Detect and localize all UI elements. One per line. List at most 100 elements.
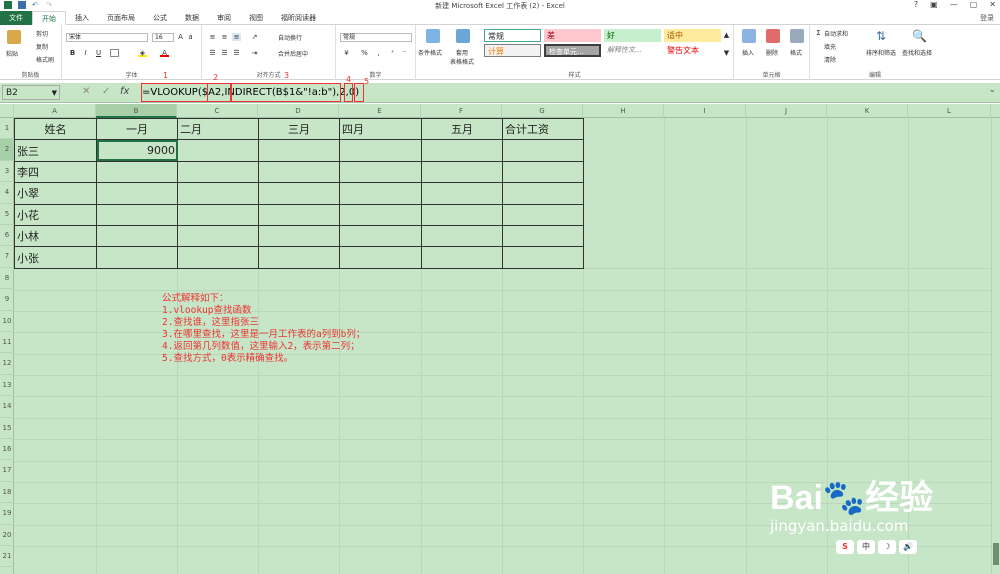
copy-button[interactable]: 复制 [36,42,48,51]
table-cell[interactable]: 张三 [14,139,97,162]
row-header[interactable]: 19 [0,503,14,525]
column-header[interactable]: D [258,104,339,118]
sign-in-link[interactable]: 登录 [980,13,994,23]
table-cell[interactable] [258,246,340,269]
table-cell[interactable] [96,182,178,205]
row-header[interactable]: 14 [0,396,14,418]
font-size-select[interactable]: 16 [152,33,174,42]
select-all-corner[interactable] [0,104,14,118]
sort-filter-icon[interactable]: ⇅ [876,29,890,43]
align-right-icon[interactable]: ☰ [232,49,241,57]
align-center-icon[interactable]: ☰ [220,49,229,57]
row-header[interactable]: 2 [0,139,14,161]
paste-button[interactable]: 粘贴 [6,49,18,58]
table-cell[interactable] [96,224,178,248]
table-cell[interactable] [258,182,340,205]
insert-cells-icon[interactable] [742,29,756,43]
tab-home[interactable]: 开始 [32,11,66,25]
table-cell[interactable] [421,203,503,226]
cancel-icon[interactable]: ✕ [82,86,90,97]
bold-button[interactable]: B [68,49,77,57]
grow-font-icon[interactable]: A [176,33,185,41]
tab-insert[interactable]: 插入 [66,11,98,25]
column-header[interactable]: E [339,104,421,118]
autosum-button[interactable]: 自动求和 [824,29,848,38]
number-format-select[interactable]: 常规 [340,33,412,42]
table-cell[interactable] [502,203,584,226]
ime-lang-icon[interactable]: 中 [857,540,875,554]
table-cell[interactable] [502,246,584,269]
align-top-icon[interactable]: ≡ [208,33,217,41]
style-explanatory[interactable]: 解释性文... [604,44,661,57]
cell-header[interactable]: 五月 [421,117,503,141]
styles-more-icon[interactable]: ▼ [722,49,731,57]
table-cell[interactable] [96,203,178,226]
table-cell[interactable] [177,224,259,248]
style-normal[interactable]: 常规 [484,29,541,42]
style-bad[interactable]: 差 [544,29,601,42]
fill-color-icon[interactable]: ◈ [138,49,147,57]
name-box[interactable]: B2 ▼ [2,85,60,100]
table-cell[interactable] [96,246,178,269]
row-header[interactable]: 1 [0,118,14,140]
cell-header[interactable]: 姓名 [14,117,97,141]
delete-cells-button[interactable]: 删除 [766,48,778,57]
column-header[interactable]: G [502,104,583,118]
format-cells-icon[interactable] [790,29,804,43]
table-cell[interactable] [502,160,584,184]
align-bottom-icon[interactable]: ≡ [232,33,241,41]
find-select-button[interactable]: 查找和选择 [902,48,932,57]
cell-header[interactable]: 四月 [339,117,422,141]
table-cell[interactable]: 小林 [14,224,97,248]
expand-formula-icon[interactable]: ⌄ [988,85,996,95]
table-cell[interactable]: 小花 [14,203,97,226]
row-header[interactable]: 10 [0,311,14,332]
increase-decimal-icon[interactable]: ⁺ [388,49,397,57]
ime-logo-icon[interactable]: S [836,540,854,554]
tab-view[interactable]: 视图 [240,11,272,25]
minimize-button[interactable]: — [950,0,958,9]
table-cell[interactable] [96,160,178,184]
table-cell[interactable] [258,203,340,226]
row-header[interactable]: 20 [0,525,14,546]
format-painter-button[interactable]: 格式刷 [36,55,54,64]
table-cell[interactable] [258,224,340,248]
percent-button[interactable]: % [360,49,369,57]
style-warning[interactable]: 警告文本 [664,44,721,57]
cell-header[interactable]: 一月 [96,117,178,141]
table-cell[interactable] [177,160,259,184]
table-cell[interactable] [421,139,503,162]
ribbon-options-button[interactable]: ▣ [930,0,938,9]
shrink-font-icon[interactable]: a [186,33,195,41]
font-name-select[interactable]: 宋体 [66,33,148,42]
tab-data[interactable]: 数据 [176,11,208,25]
italic-button[interactable]: I [81,49,90,57]
insert-cells-button[interactable]: 插入 [742,48,754,57]
underline-button[interactable]: U [94,49,103,57]
column-header[interactable]: B [96,104,177,118]
column-header[interactable]: L [908,104,991,118]
row-header[interactable]: 11 [0,332,14,354]
table-cell[interactable] [258,160,340,184]
table-cell[interactable] [177,246,259,269]
sort-filter-button[interactable]: 排序和筛选 [866,48,896,57]
table-cell[interactable] [339,246,422,269]
conditional-format-button[interactable]: 条件格式 [418,48,442,57]
currency-icon[interactable]: ¥ [342,49,351,57]
row-header[interactable]: 7 [0,246,14,268]
ime-moon-icon[interactable]: ☽ [878,540,896,554]
table-cell[interactable] [177,139,259,162]
table-cell[interactable] [502,224,584,248]
align-left-icon[interactable]: ☰ [208,49,217,57]
row-header[interactable]: 15 [0,418,14,439]
align-middle-icon[interactable]: ≡ [220,33,229,41]
table-cell[interactable] [339,182,422,205]
chevron-down-icon[interactable]: ▼ [52,86,57,100]
border-icon[interactable] [110,49,119,57]
ime-speaker-icon[interactable]: 🔊 [899,540,917,554]
table-cell[interactable]: 小翠 [14,182,97,205]
wrap-text-button[interactable]: 自动换行 [278,33,302,42]
column-header[interactable]: J [746,104,827,118]
row-header[interactable]: 17 [0,460,14,482]
row-header[interactable]: 4 [0,182,14,204]
